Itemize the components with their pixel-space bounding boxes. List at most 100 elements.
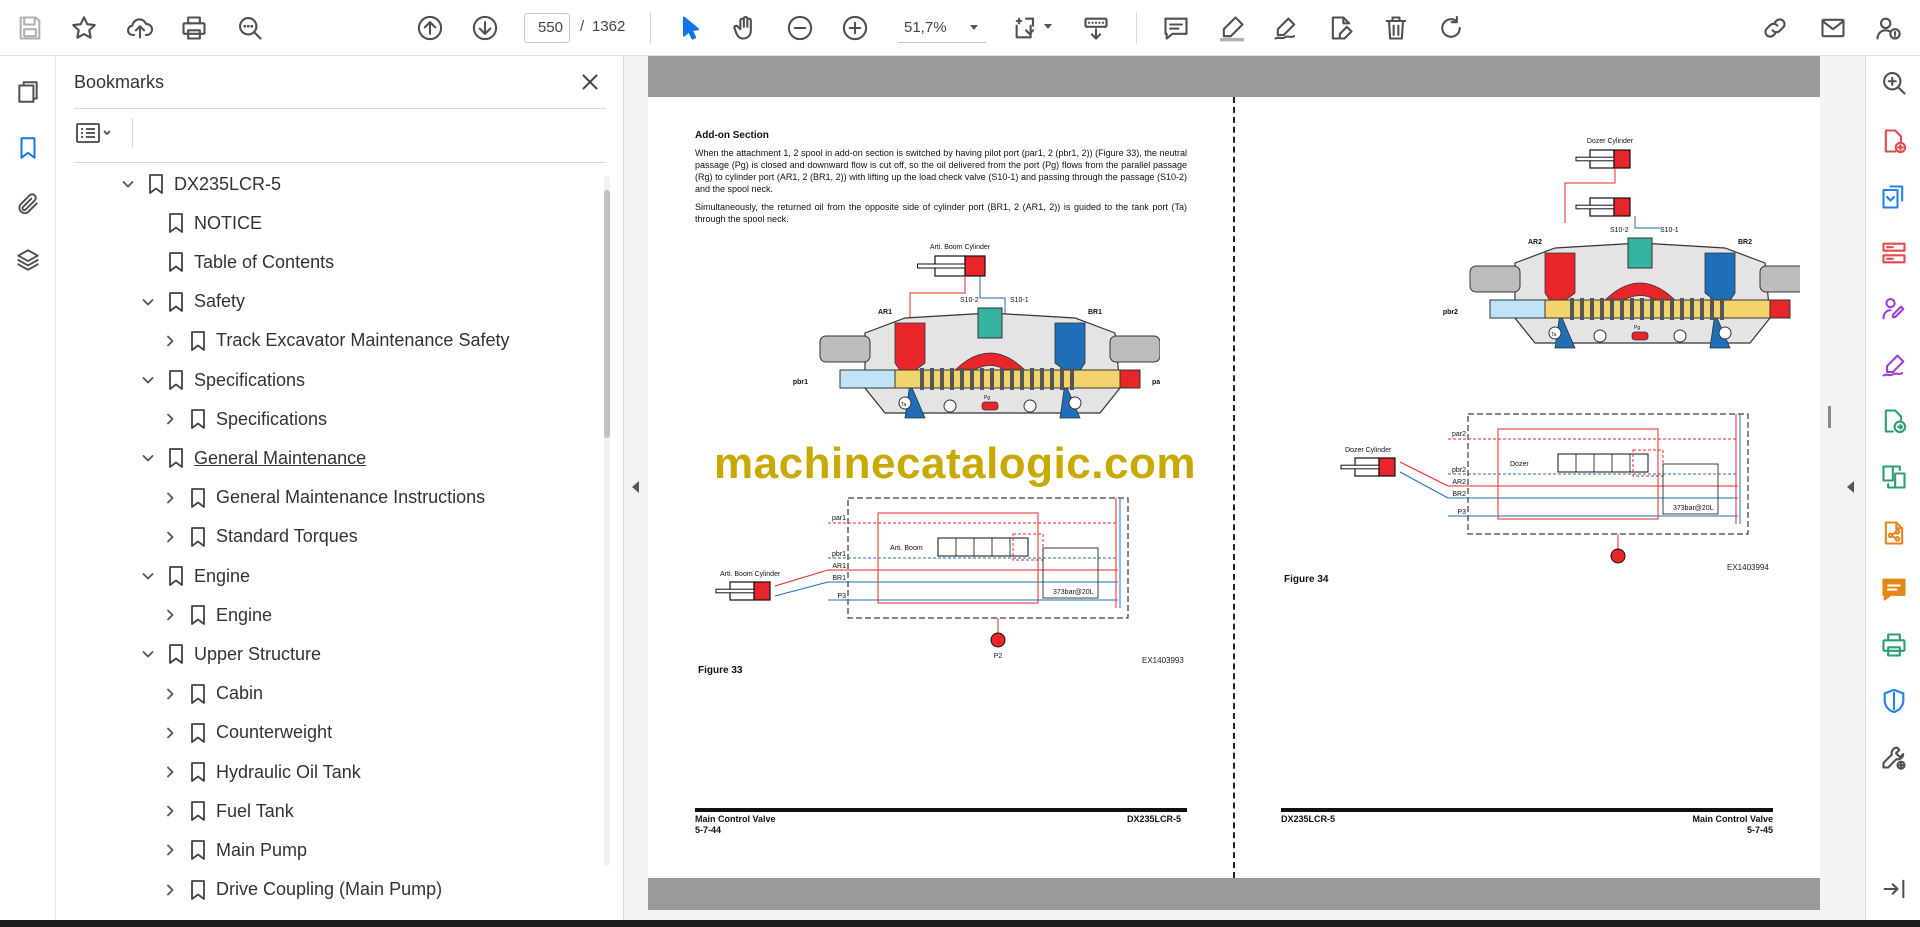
upload-cloud-icon[interactable] <box>122 10 158 46</box>
chevron-right-icon[interactable] <box>160 401 180 437</box>
next-page-icon[interactable] <box>467 10 503 46</box>
chevron-down-icon[interactable] <box>138 636 158 672</box>
bookmark-item-counterweight[interactable]: Counterweight <box>160 715 332 751</box>
bookmark-item-fuel-tank[interactable]: Fuel Tank <box>160 793 294 829</box>
organize-pages-icon[interactable] <box>1877 236 1911 270</box>
export-pdf-icon[interactable] <box>1877 180 1911 214</box>
hydraulic-line <box>1634 216 1660 229</box>
redo-rotate-icon[interactable] <box>1433 10 1469 46</box>
chevron-right-icon[interactable] <box>160 480 180 516</box>
bookmark-item-table-of-contents[interactable]: Table of Contents <box>138 244 334 280</box>
scroll-mode-icon[interactable] <box>1078 10 1114 46</box>
bookmark-item-general-maintenance-instructions[interactable]: General Maintenance Instructions <box>160 480 485 516</box>
fill-and-sign-icon[interactable] <box>1877 348 1911 382</box>
bookmark-item-specifications[interactable]: Specifications <box>138 362 305 398</box>
diagram-label: AR1 <box>878 309 892 316</box>
bookmark-item-specifications[interactable]: Specifications <box>160 401 327 437</box>
footer-left: Main Control Valve 5-7-44 <box>695 814 776 836</box>
footer-model: DX235LCR-5 <box>1281 814 1336 824</box>
chevron-right-icon[interactable] <box>160 872 180 908</box>
share-document-icon[interactable] <box>1877 516 1911 550</box>
print-icon[interactable] <box>176 10 212 46</box>
bookmarks-panel: Bookmarks DX235LCR-5 NOTICE Table of Conte… <box>56 56 624 920</box>
bookmark-item-dx235lcr-5[interactable]: DX235LCR-5 <box>118 166 281 202</box>
attachment-paperclip-icon[interactable] <box>10 186 46 222</box>
pilot-chamber <box>1489 299 1546 319</box>
delete-trash-icon[interactable] <box>1378 10 1414 46</box>
chevron-right-icon[interactable] <box>160 754 180 790</box>
bookmark-label: Hydraulic Oil Tank <box>216 761 361 782</box>
page-number-input[interactable]: 550 <box>524 13 570 43</box>
collapse-tools-panel-icon[interactable] <box>1877 872 1911 906</box>
send-for-review-icon[interactable] <box>1877 404 1911 438</box>
bookmark-panel-icon[interactable] <box>10 130 46 166</box>
email-icon[interactable] <box>1815 10 1851 46</box>
edit-document-icon[interactable] <box>1323 10 1359 46</box>
chevron-down-icon[interactable] <box>138 558 158 594</box>
print-production-icon[interactable] <box>1877 628 1911 662</box>
chevron-down-icon[interactable] <box>138 440 158 476</box>
zoom-out-icon[interactable] <box>782 10 818 46</box>
user-help-icon[interactable] <box>1870 10 1906 46</box>
request-signatures-icon[interactable] <box>1877 292 1911 326</box>
diagram-label: par2 <box>1452 431 1466 438</box>
comment-icon[interactable] <box>1158 10 1194 46</box>
bookmarks-scrollbar-thumb[interactable] <box>604 190 610 438</box>
previous-page-icon[interactable] <box>412 10 448 46</box>
page-fit-icon[interactable] <box>1008 10 1044 46</box>
star-icon[interactable] <box>66 10 102 46</box>
bookmark-item-general-maintenance[interactable]: General Maintenance <box>138 440 366 476</box>
expand-right-panel-icon[interactable] <box>1847 481 1854 493</box>
bookmark-item-engine[interactable]: Engine <box>160 597 272 633</box>
chevron-right-icon[interactable] <box>160 676 180 712</box>
chevron-down-icon[interactable] <box>118 166 138 202</box>
bookmark-label: Track Excavator Maintenance Safety <box>216 330 510 351</box>
zoom-level-dropdown[interactable]: 51,7% <box>898 13 986 43</box>
comment-tool-icon[interactable] <box>1877 572 1911 606</box>
bookmark-item-safety[interactable]: Safety <box>138 284 245 320</box>
pilot-chamber <box>1119 369 1141 389</box>
chevron-right-icon[interactable] <box>160 793 180 829</box>
search-zoom-icon[interactable] <box>232 10 268 46</box>
bookmark-options-button[interactable] <box>74 118 133 148</box>
page-thumbnails-icon[interactable] <box>10 74 46 110</box>
chevron-down-icon[interactable] <box>1044 24 1052 29</box>
spool-land <box>1620 298 1624 320</box>
hand-tool-icon[interactable] <box>727 10 763 46</box>
bookmark-item-upper-structure[interactable]: Upper Structure <box>138 636 321 672</box>
bookmark-item-engine[interactable]: Engine <box>138 558 250 594</box>
highlight-pen-icon[interactable] <box>1214 10 1250 46</box>
compare-files-icon[interactable] <box>1877 460 1911 494</box>
create-pdf-icon[interactable] <box>1877 124 1911 158</box>
zoom-search-icon[interactable] <box>1877 66 1911 100</box>
zoom-in-icon[interactable] <box>837 10 873 46</box>
layers-icon[interactable] <box>10 242 46 278</box>
chevron-right-icon[interactable] <box>160 597 180 633</box>
bookmark-item-track-excavator-maintenance-safety[interactable]: Track Excavator Maintenance Safety <box>160 323 509 359</box>
bookmark-item-drive-coupling-main-pump[interactable]: Drive Coupling (Main Pump) <box>160 872 442 908</box>
hydraulic-line <box>1399 471 1449 499</box>
more-tools-icon[interactable] <box>1877 740 1911 774</box>
bookmark-item-main-pump[interactable]: Main Pump <box>160 832 307 868</box>
protect-shield-icon[interactable] <box>1877 684 1911 718</box>
bookmark-item-hydraulic-oil-tank[interactable]: Hydraulic Oil Tank <box>160 754 361 790</box>
save-icon[interactable] <box>12 10 48 46</box>
chevron-right-icon[interactable] <box>160 832 180 868</box>
share-link-icon[interactable] <box>1757 10 1793 46</box>
chevron-down-icon[interactable] <box>138 362 158 398</box>
chevron-right-icon[interactable] <box>160 519 180 555</box>
bookmark-item-standard-torques[interactable]: Standard Torques <box>160 519 358 555</box>
close-icon[interactable] <box>576 68 604 96</box>
diagram-label: par1 <box>1152 379 1160 386</box>
bookmark-item-notice[interactable]: NOTICE <box>138 205 262 241</box>
footer-section: Main Control Valve <box>695 814 776 824</box>
select-cursor-icon[interactable] <box>673 10 709 46</box>
collapse-left-panel-icon[interactable] <box>632 481 639 493</box>
bookmark-item-cabin[interactable]: Cabin <box>160 676 263 712</box>
chevron-down-icon[interactable] <box>138 284 158 320</box>
chevron-right-icon[interactable] <box>160 323 180 359</box>
document-scrollbar-thumb[interactable] <box>1828 406 1831 428</box>
chevron-right-icon[interactable] <box>160 715 180 751</box>
signature-pen-icon[interactable] <box>1268 10 1304 46</box>
